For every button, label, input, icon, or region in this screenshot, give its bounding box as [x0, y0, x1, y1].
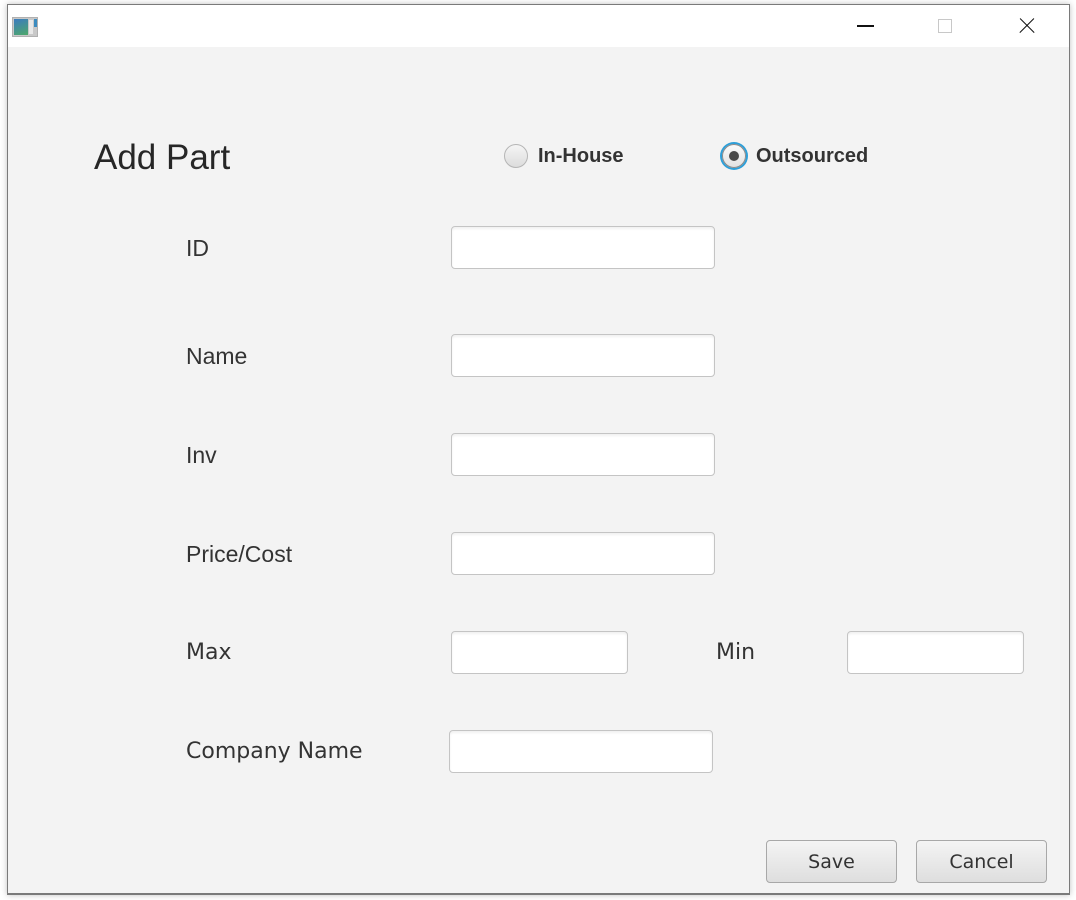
save-button[interactable]: Save: [766, 840, 897, 883]
radio-label-in-house: In-House: [538, 144, 624, 167]
radio-in-house[interactable]: In-House: [504, 144, 624, 168]
minimize-icon: [856, 25, 874, 27]
price-cost-label: Price/Cost: [186, 541, 293, 567]
company-name-label: Company Name: [186, 739, 363, 764]
company-name-field[interactable]: [449, 730, 713, 773]
inv-label: Inv: [186, 442, 217, 468]
id-label: ID: [186, 235, 209, 261]
radio-outsourced[interactable]: Outsourced: [722, 144, 868, 168]
close-icon: [1019, 18, 1035, 34]
price-cost-field[interactable]: [451, 532, 715, 575]
page-title: Add Part: [94, 138, 231, 177]
inv-field[interactable]: [451, 433, 715, 476]
id-field[interactable]: [451, 226, 715, 269]
maximize-icon: [938, 19, 952, 33]
maximize-button[interactable]: [922, 5, 968, 47]
radio-circle-selected-icon[interactable]: [722, 144, 746, 168]
minimize-button[interactable]: [842, 5, 888, 47]
app-icon: [12, 17, 38, 37]
name-label: Name: [186, 343, 248, 369]
radio-label-outsourced: Outsourced: [756, 144, 869, 167]
min-label: Min: [716, 640, 756, 665]
cancel-button[interactable]: Cancel: [916, 840, 1047, 883]
max-label: Max: [186, 640, 232, 665]
add-part-window: Add Part In-House Outsourced ID Name Inv…: [7, 4, 1070, 895]
radio-circle-icon[interactable]: [504, 144, 528, 168]
name-field[interactable]: [451, 334, 715, 377]
min-field[interactable]: [847, 631, 1024, 674]
title-bar: [8, 5, 1069, 47]
close-button[interactable]: [1004, 5, 1050, 47]
max-field[interactable]: [451, 631, 628, 674]
